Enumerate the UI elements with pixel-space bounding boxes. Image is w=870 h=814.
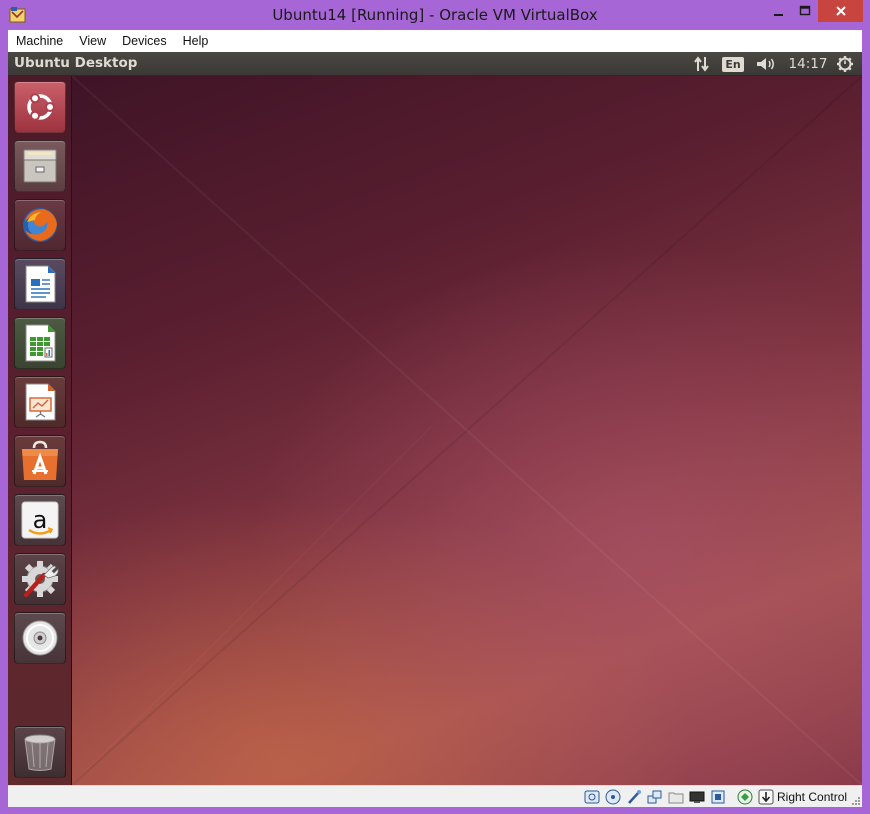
session-indicator[interactable] <box>834 52 856 76</box>
minimize-icon <box>774 14 783 16</box>
usb-icon[interactable] <box>626 789 642 805</box>
virtualbox-window: Ubuntu14 [Running] - Oracle VM VirtualBo… <box>0 0 870 814</box>
launcher-calc[interactable] <box>14 317 66 369</box>
launcher-software-center[interactable] <box>14 435 66 487</box>
status-bar: Right Control <box>8 785 862 807</box>
sound-indicator[interactable] <box>753 52 779 76</box>
gear-power-icon <box>837 56 853 72</box>
guest-display[interactable]: Ubuntu Desktop En 14:17 a <box>8 52 862 785</box>
settings-icon <box>22 561 59 598</box>
launcher-firefox[interactable] <box>14 199 66 251</box>
network-icon[interactable] <box>647 789 663 805</box>
keyboard-layout-label: En <box>722 56 744 72</box>
cpu-virtualization-icon[interactable] <box>737 789 753 805</box>
launcher-dash[interactable] <box>14 81 66 133</box>
file-cabinet-icon <box>23 149 57 183</box>
launcher-writer[interactable] <box>14 258 66 310</box>
menu-bar: Machine View Devices Help <box>8 30 862 52</box>
svg-text:a: a <box>33 506 48 534</box>
impress-icon <box>25 383 56 421</box>
launcher-trash[interactable] <box>14 726 66 778</box>
window-title: Ubuntu14 [Running] - Oracle VM VirtualBo… <box>272 6 598 24</box>
clock[interactable]: 14:17 <box>786 52 830 76</box>
host-key-label: Right Control <box>777 790 848 804</box>
ubuntu-top-panel: Ubuntu Desktop En 14:17 <box>8 52 862 76</box>
unity-launcher: a <box>8 76 72 785</box>
close-button[interactable] <box>818 0 863 22</box>
network-indicator[interactable] <box>691 52 713 76</box>
display-icon[interactable] <box>689 789 705 805</box>
wallpaper-pattern <box>72 76 862 785</box>
speaker-icon <box>757 58 774 70</box>
maximize-icon <box>799 5 811 16</box>
close-icon <box>835 6 846 16</box>
launcher-amazon[interactable]: a <box>14 494 66 546</box>
panel-title: Ubuntu Desktop <box>14 55 138 71</box>
ubuntu-logo-icon <box>27 93 55 121</box>
network-arrows-icon <box>694 56 709 72</box>
trash-icon <box>24 734 56 771</box>
maximize-button[interactable] <box>792 0 818 22</box>
menu-view[interactable]: View <box>71 30 114 52</box>
shared-folder-icon[interactable] <box>668 789 684 805</box>
keyboard-capture-icon[interactable] <box>758 789 774 805</box>
amazon-icon: a <box>21 501 59 539</box>
software-center-icon <box>22 440 58 480</box>
calc-icon <box>25 324 56 362</box>
launcher-system-settings[interactable] <box>14 553 66 605</box>
menu-help[interactable]: Help <box>175 30 217 52</box>
optical-drive-icon[interactable] <box>605 789 621 805</box>
writer-icon <box>25 265 56 303</box>
hard-disk-icon[interactable] <box>584 789 600 805</box>
cd-icon <box>22 620 58 656</box>
video-capture-icon[interactable] <box>710 789 726 805</box>
desktop-wallpaper[interactable] <box>72 76 862 785</box>
minimize-button[interactable] <box>766 0 792 22</box>
launcher-impress[interactable] <box>14 376 66 428</box>
menu-devices[interactable]: Devices <box>114 30 174 52</box>
launcher-files[interactable] <box>14 140 66 192</box>
keyboard-layout-indicator[interactable]: En <box>722 52 744 76</box>
title-bar[interactable]: Ubuntu14 [Running] - Oracle VM VirtualBo… <box>0 0 870 30</box>
resize-grip-icon[interactable] <box>851 796 860 805</box>
firefox-icon <box>23 208 57 242</box>
launcher-optical-drive[interactable] <box>14 612 66 664</box>
menu-machine[interactable]: Machine <box>8 30 71 52</box>
